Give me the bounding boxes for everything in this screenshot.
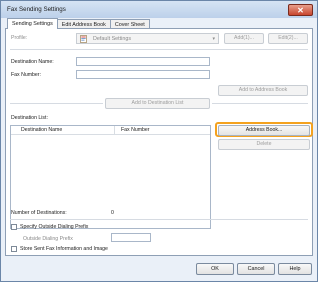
ok-button[interactable]: OK bbox=[196, 263, 234, 275]
sending-settings-panel: Profile: Default Settings ▾ Add(1)... Ed… bbox=[5, 28, 313, 256]
profile-select[interactable]: Default Settings ▾ bbox=[76, 33, 219, 44]
store-sent-fax-checkbox[interactable] bbox=[11, 246, 17, 252]
chevron-down-icon: ▾ bbox=[212, 36, 215, 42]
tab-sending-settings[interactable]: Sending Settings bbox=[7, 18, 58, 29]
column-fax-number[interactable]: Fax Number bbox=[121, 127, 150, 133]
fax-number-input[interactable] bbox=[76, 70, 210, 79]
column-divider bbox=[114, 126, 115, 135]
outside-prefix-checkbox[interactable] bbox=[11, 224, 17, 230]
separator bbox=[10, 219, 308, 220]
destination-name-input[interactable] bbox=[76, 57, 210, 66]
outside-prefix-input[interactable] bbox=[111, 233, 151, 242]
cancel-button[interactable]: Cancel bbox=[237, 263, 275, 275]
column-destination-name[interactable]: Destination Name bbox=[21, 127, 62, 133]
profile-label: Profile: bbox=[11, 35, 28, 41]
destination-name-label: Destination Name: bbox=[11, 59, 54, 65]
separator bbox=[212, 103, 308, 104]
profile-add-button[interactable]: Add(1)... bbox=[224, 33, 264, 44]
delete-button[interactable]: Delete bbox=[218, 139, 310, 150]
fax-sending-settings-dialog: Fax Sending Settings ✕ Sending Settings … bbox=[0, 0, 318, 282]
title-bar: Fax Sending Settings ✕ bbox=[1, 1, 317, 18]
destination-count-label: Number of Destinations: bbox=[11, 210, 67, 216]
profile-value: Default Settings bbox=[93, 36, 132, 42]
profile-icon bbox=[80, 35, 87, 43]
close-button[interactable]: ✕ bbox=[288, 4, 313, 16]
help-button[interactable]: Help bbox=[278, 263, 312, 275]
fax-number-label: Fax Number: bbox=[11, 72, 41, 78]
destination-count-value: 0 bbox=[111, 210, 114, 216]
outside-prefix-label: Specify Outside Dialing Prefix bbox=[20, 224, 89, 230]
add-to-address-book-button[interactable]: Add to Address Book bbox=[218, 85, 308, 96]
separator bbox=[10, 49, 308, 50]
store-sent-fax-label: Store Sent Fax Information and Image bbox=[20, 246, 108, 252]
window-title: Fax Sending Settings bbox=[7, 6, 66, 13]
separator bbox=[10, 103, 103, 104]
destination-list-header: Destination Name Fax Number bbox=[11, 126, 210, 135]
address-book-button[interactable]: Address Book... bbox=[218, 125, 310, 136]
profile-edit-button[interactable]: Edit(2)... bbox=[268, 33, 308, 44]
close-icon: ✕ bbox=[297, 6, 304, 15]
outside-prefix-field-label: Outside Dialing Prefix bbox=[23, 236, 73, 242]
destination-list-label: Destination List: bbox=[11, 115, 48, 121]
add-to-destination-list-button[interactable]: Add to Destination List bbox=[105, 98, 210, 109]
